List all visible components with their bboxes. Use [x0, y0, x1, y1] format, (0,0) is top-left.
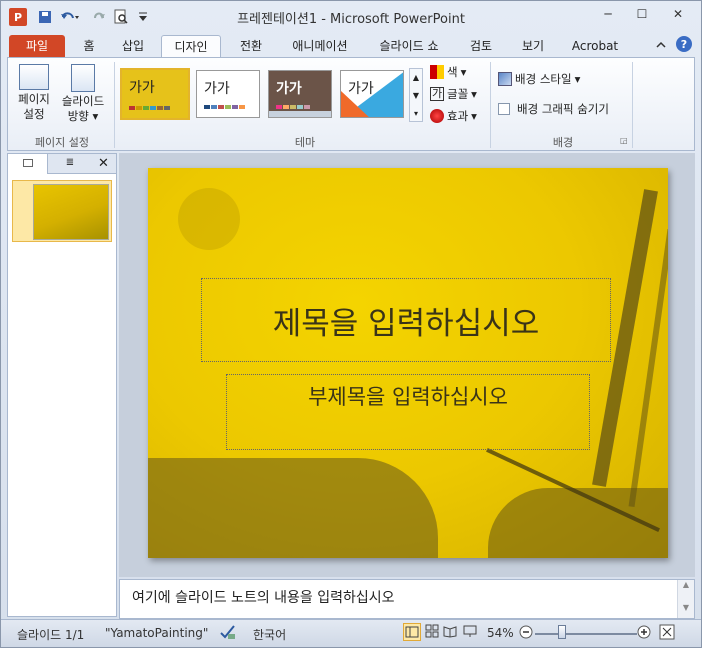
group-separator — [114, 62, 115, 148]
outline-tab-icon: ≣ — [65, 157, 75, 168]
zoom-in-icon[interactable] — [637, 625, 651, 642]
slide-thumbnail[interactable] — [12, 180, 112, 242]
theme-colors-button[interactable]: 색 ▾ — [430, 63, 466, 81]
notes-placeholder: 여기에 슬라이드 노트의 내용을 입력하십시오 — [132, 590, 395, 606]
zoom-slider-thumb[interactable] — [558, 625, 566, 639]
theme-yamato[interactable]: 가가 — [120, 68, 190, 120]
slide-canvas[interactable]: 제목을 입력하십시오 부제목을 입력하십시오 — [148, 168, 668, 558]
theme-swatches — [276, 105, 310, 109]
background-styles-label: 배경 스타일 — [515, 72, 572, 86]
tab-file[interactable]: 파일 — [9, 35, 65, 58]
normal-view-icon[interactable] — [403, 623, 421, 641]
group-separator — [490, 62, 491, 148]
tab-design[interactable]: 디자인 — [161, 35, 221, 58]
dialog-launcher-icon[interactable]: ◲ — [620, 136, 628, 145]
minimize-ribbon-icon[interactable] — [653, 35, 669, 58]
slide-sorter-icon[interactable] — [425, 624, 439, 641]
slides-tab[interactable] — [8, 154, 48, 174]
theme-colors-label: 색 — [447, 65, 458, 79]
theme-fonts-icon: 가 — [430, 87, 444, 101]
theme-preview-text: 가가 — [129, 80, 155, 96]
scroll-up-icon[interactable]: ▲ — [678, 580, 694, 589]
slide-count: 슬라이드 1/1 — [17, 628, 85, 642]
status-bar: 슬라이드 1/1 "YamatoPainting" 한국어 54% — [1, 619, 701, 647]
title-placeholder[interactable]: 제목을 입력하십시오 — [201, 278, 611, 362]
notes-scrollbar[interactable]: ▲ ▼ — [677, 580, 694, 618]
tab-view[interactable]: 보기 — [511, 35, 555, 58]
tab-animations[interactable]: 애니메이션 — [281, 35, 359, 58]
outline-tab[interactable]: ≣ — [48, 154, 92, 174]
scroll-down-icon[interactable]: ▼ — [678, 603, 694, 612]
page-setup-label: 페이지 — [18, 92, 50, 106]
theme-preview-text: 가가 — [204, 81, 230, 97]
group-label-themes: 테마 — [294, 136, 316, 149]
close-pane-icon[interactable]: ✕ — [98, 156, 109, 171]
reading-view-icon[interactable] — [443, 624, 457, 641]
slide-editing-area: 제목을 입력하십시오 부제목을 입력하십시오 — [119, 153, 695, 577]
powerpoint-window: P 프레젠테이션1 - Microsoft PowerPoint ─ ☐ ✕ 파… — [0, 0, 702, 648]
zoom-level[interactable]: 54% — [487, 626, 514, 640]
minimize-button[interactable]: ─ — [595, 7, 621, 25]
spell-check-icon[interactable] — [219, 623, 237, 644]
checkbox-icon — [498, 103, 510, 115]
theme-fonts-label: 글꼴 — [447, 87, 469, 101]
group-label-background: 배경 — [552, 136, 574, 149]
fit-to-window-icon[interactable] — [659, 624, 675, 643]
slide-orientation-button[interactable]: 슬라이드 방향 ▾ — [58, 64, 108, 124]
ribbon-design: 페이지 설정 슬라이드 방향 ▾ 페이지 설정 가가 가가 가가 가가 ▲ ▼ ▾ — [7, 57, 695, 151]
theme-name: "YamatoPainting" — [105, 626, 209, 640]
slides-pane: ≣ ✕ 1 — [7, 153, 117, 617]
theme-swatches — [204, 105, 245, 109]
theme-swatches — [129, 106, 170, 110]
theme-band — [269, 111, 331, 117]
help-icon[interactable]: ? — [673, 35, 695, 58]
slide-orientation-label-2: 방향 ▾ — [67, 109, 99, 123]
ribbon-tabs: 파일 홈 삽입 디자인 전환 애니메이션 슬라이드 쇼 검토 보기 Acroba… — [1, 33, 701, 58]
theme-gallery-scroll[interactable]: ▲ ▼ ▾ — [409, 68, 423, 122]
tab-acrobat[interactable]: Acrobat — [563, 35, 627, 58]
language[interactable]: 한국어 — [253, 626, 286, 643]
svg-text:?: ? — [681, 38, 687, 51]
theme-effects-button[interactable]: 효과 ▾ — [430, 107, 477, 125]
page-setup-label-2: 설정 — [23, 107, 45, 121]
slide-orientation-icon — [71, 64, 95, 92]
slides-tab-icon — [22, 159, 33, 167]
theme-preview-text: 가가 — [276, 81, 302, 97]
slideshow-icon[interactable] — [463, 624, 477, 641]
tab-transitions[interactable]: 전환 — [229, 35, 273, 58]
background-styles-button[interactable]: 배경 스타일 ▾ — [498, 70, 580, 88]
tab-home[interactable]: 홈 — [73, 35, 105, 58]
slide-orientation-label: 슬라이드 — [61, 94, 105, 108]
theme-effects-label: 효과 — [447, 109, 469, 123]
ink-landscape — [148, 458, 438, 558]
hide-background-graphics-checkbox[interactable]: 배경 그래픽 숨기기 — [498, 100, 609, 118]
tab-insert[interactable]: 삽입 — [113, 35, 153, 58]
tab-review[interactable]: 검토 — [457, 35, 505, 58]
close-button[interactable]: ✕ — [665, 7, 691, 25]
tab-slideshow[interactable]: 슬라이드 쇼 — [367, 35, 451, 58]
page-setup-icon — [19, 64, 49, 90]
theme-fonts-button[interactable]: 가 글꼴 ▾ — [430, 85, 477, 103]
maximize-button[interactable]: ☐ — [629, 7, 655, 25]
page-setup-button[interactable]: 페이지 설정 — [12, 64, 56, 122]
slide-thumbnail-image — [33, 184, 109, 240]
theme-office[interactable]: 가가 — [196, 70, 260, 118]
theme-effects-icon — [430, 109, 444, 123]
theme-blue-orange[interactable]: 가가 — [340, 70, 404, 118]
theme-brown[interactable]: 가가 — [268, 70, 332, 118]
group-separator — [632, 62, 633, 148]
theme-preview-text: 가가 — [348, 81, 374, 97]
theme-colors-icon — [430, 65, 444, 79]
zoom-slider-track[interactable] — [535, 633, 637, 635]
group-label-page-setup: 페이지 설정 — [34, 136, 90, 149]
background-styles-icon — [498, 72, 512, 86]
subtitle-placeholder[interactable]: 부제목을 입력하십시오 — [226, 374, 590, 450]
title-bar: P 프레젠테이션1 - Microsoft PowerPoint ─ ☐ ✕ — [1, 1, 701, 33]
pane-tabs: ≣ ✕ — [8, 154, 116, 174]
notes-pane[interactable]: 여기에 슬라이드 노트의 내용을 입력하십시오 ▲ ▼ — [119, 579, 695, 619]
zoom-out-icon[interactable] — [519, 625, 533, 642]
ink-sun-decoration — [178, 188, 240, 250]
hide-background-graphics-label: 배경 그래픽 숨기기 — [517, 102, 609, 116]
